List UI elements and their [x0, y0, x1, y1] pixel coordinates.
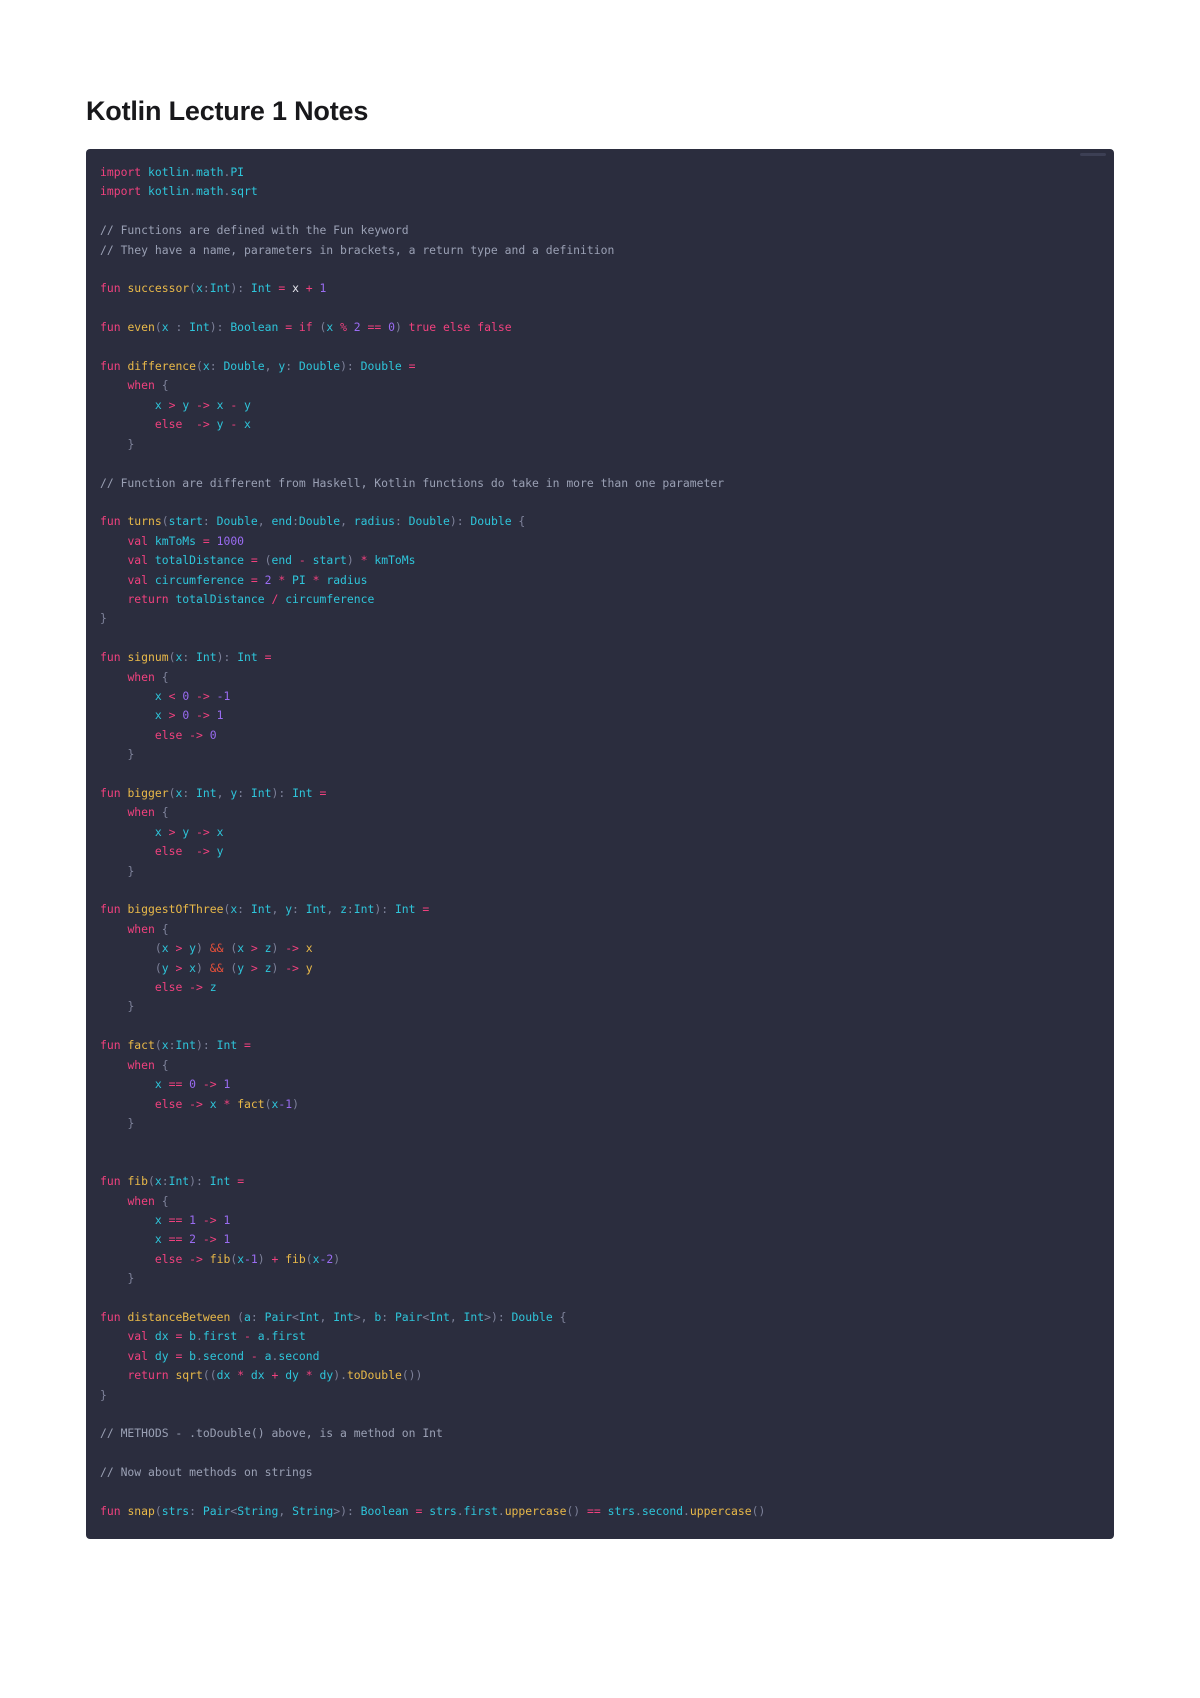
code-block-card: import kotlin.math.PI import kotlin.math.… [86, 149, 1114, 1540]
code-line: return totalDistance / circumference [127, 591, 375, 606]
code-line: val circumference = 2 * PI * radius [127, 572, 368, 587]
code-line: import kotlin.math.sqrt [100, 184, 258, 199]
code-line: return sqrt((dx * dx + dy * dy).toDouble… [127, 1368, 423, 1383]
code-line: fun bigger(x: Int, y: Int): Int = [100, 786, 327, 800]
code-line: val dy = b.second - a.second [127, 1348, 320, 1363]
code-line: else -> z [154, 980, 217, 995]
code-line: else -> 0 [154, 727, 217, 742]
code-line: x == 1 -> 1 [154, 1212, 231, 1227]
code-line: when { [127, 378, 169, 393]
code-line: (x > y) && (x > z) -> x [154, 941, 313, 956]
card-drag-handle[interactable] [1080, 153, 1106, 156]
code-line: val dx = b.first - a.first [127, 1329, 306, 1344]
code-line: x == 2 -> 1 [154, 1232, 231, 1247]
code-line: x > y -> x [154, 824, 224, 839]
code-line: } [127, 747, 135, 762]
code-line: fun successor(x:Int): Int = x + 1 [100, 281, 327, 296]
code-line: } [127, 436, 135, 451]
code-line: fun turns(start: Double, end:Double, rad… [100, 514, 526, 529]
code-line: fun fact(x:Int): Int = [100, 1038, 251, 1053]
code-line: else -> y - x [154, 417, 251, 432]
code-line: // They have a name, parameters in brack… [100, 242, 615, 257]
code-line: when { [127, 1057, 169, 1072]
code-line: // METHODS - .toDouble() above, is a met… [100, 1426, 443, 1441]
code-line: val kmToMs = 1000 [127, 533, 245, 548]
code-line: else -> fib(x-1) + fib(x-2) [154, 1251, 341, 1266]
code-line: // Function are different from Haskell, … [100, 475, 725, 490]
code-line: } [127, 999, 135, 1014]
code-line: // Now about methods on strings [100, 1465, 313, 1480]
code-line: else -> y [154, 844, 224, 859]
code-line: fun distanceBetween (a: Pair<Int, Int>, … [100, 1309, 567, 1324]
page-title: Kotlin Lecture 1 Notes [86, 96, 369, 126]
code-line: } [127, 1115, 135, 1130]
page-root: Kotlin Lecture 1 Notes import kotlin.mat… [0, 0, 1200, 1540]
code-line: fun even(x : Int): Boolean = if (x % 2 =… [100, 320, 512, 335]
code-line: fun biggestOfThree(x: Int, y: Int, z:Int… [100, 902, 430, 917]
code-line: } [127, 863, 135, 878]
code-line: } [127, 1271, 135, 1286]
code-line: } [100, 611, 107, 626]
code-line: import kotlin.math.PI [100, 165, 245, 179]
code-line: (y > x) && (y > z) -> y [154, 960, 313, 975]
code-line: fun snap(strs: Pair<String, String>): Bo… [100, 1504, 766, 1519]
code-line: fun difference(x: Double, y: Double): Do… [100, 359, 416, 374]
code-line: // Functions are defined with the Fun ke… [100, 223, 409, 238]
kotlin-code-listing[interactable]: import kotlin.math.PI import kotlin.math.… [86, 163, 1114, 1521]
code-line: fun fib(x:Int): Int = [100, 1174, 245, 1189]
code-line: val totalDistance = (end - start) * kmTo… [127, 553, 416, 568]
code-line: when { [127, 921, 169, 936]
code-line: x > y -> x - y [154, 397, 251, 412]
code-line: } [100, 1387, 107, 1402]
code-line: fun signum(x: Int): Int = [100, 650, 272, 665]
code-line: when { [127, 805, 169, 820]
code-line: x == 0 -> 1 [154, 1077, 231, 1092]
code-line: x > 0 -> 1 [154, 708, 224, 723]
code-line: x < 0 -> -1 [154, 688, 231, 703]
code-line: else -> x * fact(x-1) [154, 1096, 299, 1111]
code-line: when { [127, 669, 169, 684]
code-line: when { [127, 1193, 169, 1208]
